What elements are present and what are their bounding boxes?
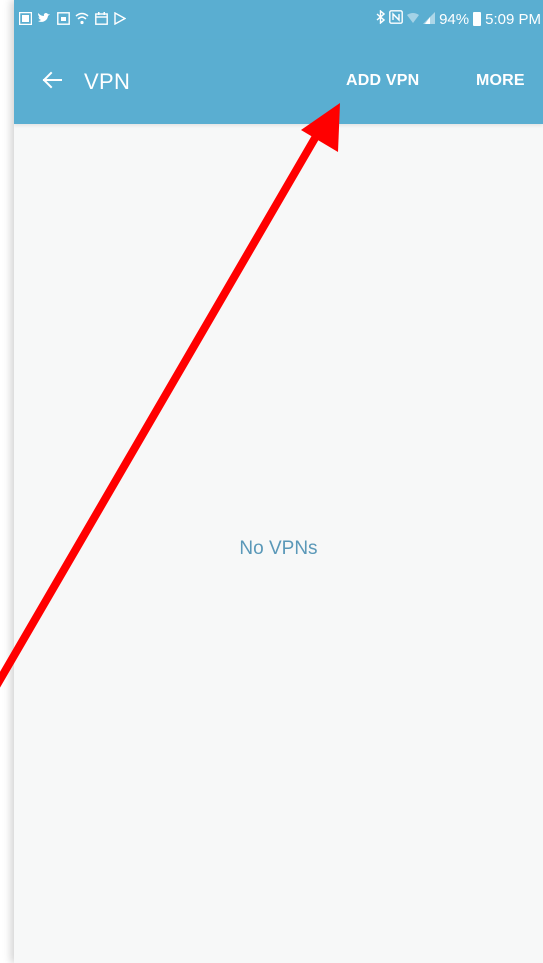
- phone-screen: 94% 5:09 PM VPN ADD VPN MORE No VPNs: [14, 0, 543, 963]
- calendar-icon: [94, 11, 108, 25]
- wifi-icon: [75, 11, 89, 25]
- page-title: VPN: [84, 69, 131, 94]
- more-button[interactable]: MORE: [476, 72, 525, 90]
- bluetooth-icon: [376, 9, 386, 28]
- back-button[interactable]: [38, 66, 66, 94]
- notification-icon: [18, 11, 32, 25]
- clock: 5:09 PM: [485, 10, 541, 28]
- notification-icons: [18, 11, 127, 25]
- cell-signal-icon: [423, 11, 436, 28]
- wifi-signal-icon: [407, 11, 420, 28]
- screenshot-icon: [56, 11, 70, 25]
- twitter-icon: [37, 11, 51, 25]
- status-bar: 94% 5:09 PM: [14, 0, 543, 40]
- nfc-icon: [389, 10, 403, 28]
- add-vpn-button[interactable]: ADD VPN: [346, 72, 419, 90]
- system-status: 94% 5:09 PM: [376, 9, 541, 28]
- play-store-icon: [113, 11, 127, 25]
- battery-percent: 94%: [439, 10, 470, 28]
- app-bar: VPN ADD VPN MORE: [14, 40, 543, 124]
- back-arrow-icon: [42, 71, 62, 89]
- empty-state-message: No VPNs: [239, 538, 318, 559]
- battery-icon: [473, 12, 482, 26]
